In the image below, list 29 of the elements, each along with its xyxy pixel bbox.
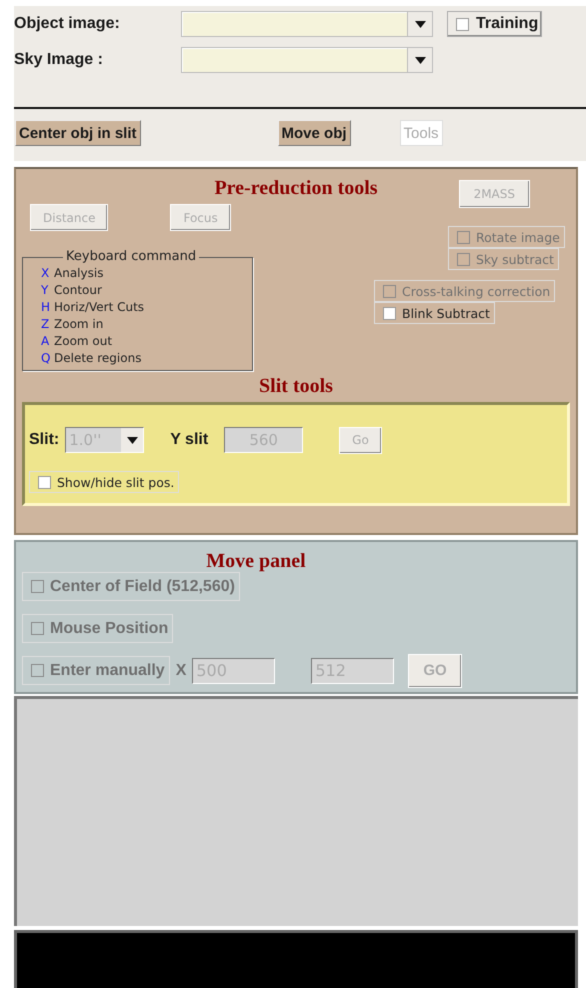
y-slit-label: Y slit bbox=[170, 431, 208, 449]
command-label: Contour bbox=[54, 282, 102, 296]
group-title: Keyboard command bbox=[63, 249, 200, 264]
command-label: Delete regions bbox=[54, 350, 142, 364]
command-label: Horiz/Vert Cuts bbox=[54, 300, 144, 314]
key-letter: Y bbox=[41, 282, 50, 296]
center-object-button[interactable]: Center obj in slit bbox=[15, 120, 141, 146]
dropdown-arrow-icon[interactable] bbox=[414, 56, 426, 64]
show-slit-checkbox[interactable]: Show/hide slit pos. bbox=[29, 471, 180, 493]
x-label: X bbox=[176, 662, 186, 680]
command-label: Analysis bbox=[54, 266, 104, 280]
command-label: Zoom out bbox=[54, 334, 112, 348]
training-checkbox[interactable]: Training bbox=[447, 11, 542, 37]
move-object-button[interactable]: Move obj bbox=[278, 120, 351, 146]
section-title: Move panel bbox=[206, 550, 306, 573]
dropdown-arrow-icon[interactable] bbox=[414, 20, 426, 28]
command-label: Zoom in bbox=[54, 316, 104, 330]
slit-label: Slit: bbox=[29, 431, 60, 449]
key-letter: Z bbox=[41, 316, 50, 330]
section-title: Slit tools bbox=[259, 375, 333, 398]
section-title: Pre-reduction tools bbox=[214, 177, 378, 200]
dropdown-arrow-icon[interactable] bbox=[126, 436, 138, 444]
field-label: Sky Image : bbox=[14, 51, 104, 69]
key-letter: Q bbox=[41, 350, 52, 364]
key-letter: H bbox=[41, 300, 52, 314]
key-letter: X bbox=[41, 266, 50, 280]
key-letter: A bbox=[41, 334, 50, 348]
field-label: Object image: bbox=[14, 15, 121, 33]
option-checkbox[interactable]: Blink Subtract bbox=[374, 302, 495, 324]
